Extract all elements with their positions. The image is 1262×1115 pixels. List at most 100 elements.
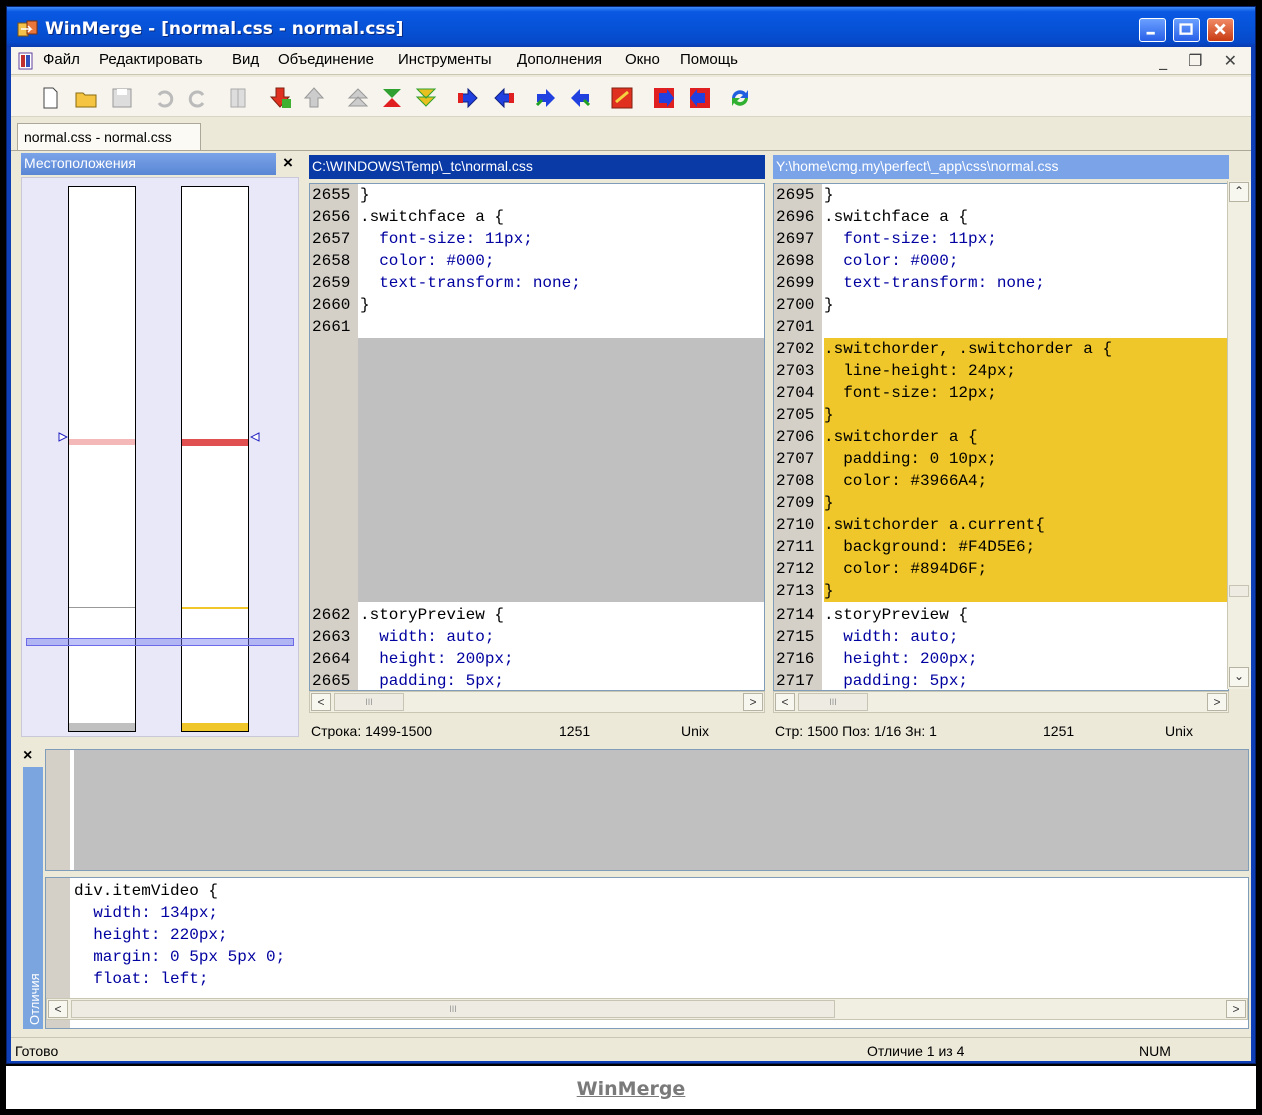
close-button[interactable] <box>1207 18 1234 42</box>
undo-icon[interactable] <box>151 85 177 111</box>
diff-pane-tab[interactable]: Отличия <box>23 767 43 1029</box>
viewport-indicator[interactable] <box>26 638 294 646</box>
diff-line: 2706 .switchorder a { <box>774 426 1228 448</box>
winmerge-app-icon <box>17 20 38 37</box>
redo-icon[interactable] <box>185 85 211 111</box>
location-map[interactable] <box>21 177 299 737</box>
scroll-left-icon[interactable]: < <box>48 1000 68 1018</box>
scroll-thumb[interactable]: III <box>71 1000 835 1018</box>
code-line: width: 134px; <box>74 904 219 922</box>
left-code-view[interactable]: 2655} 2656 .switchface a { 2657 font-size… <box>309 183 765 691</box>
all-right-icon[interactable] <box>609 85 635 111</box>
all-left-icon[interactable] <box>651 85 677 111</box>
code-line: 2660} <box>312 296 370 314</box>
maximize-button[interactable] <box>1173 18 1200 42</box>
menu-tools[interactable]: Инструменты <box>398 51 492 68</box>
tab-divider <box>11 150 1251 151</box>
diff-horizontal-scrollbar[interactable]: < III > <box>46 998 1248 1020</box>
copy-right-icon[interactable] <box>455 85 481 111</box>
vertical-scrollbar[interactable]: ⌃ ⌄ <box>1227 181 1251 689</box>
scroll-thumb[interactable]: III <box>334 693 404 711</box>
location-pane-close-icon[interactable]: × <box>283 153 293 173</box>
right-status-eol: Unix <box>1165 723 1194 739</box>
right-status-count: 1251 <box>1043 723 1075 739</box>
code-line: 2701 <box>776 318 815 336</box>
status-bar: Готово Отличие 1 из 4 NUM <box>11 1037 1251 1061</box>
options-icon[interactable] <box>225 85 251 111</box>
copy-left-advance-icon[interactable] <box>567 85 593 111</box>
diff-pane-close-icon[interactable]: × <box>23 747 32 765</box>
menu-plugins[interactable]: Дополнения <box>517 51 602 68</box>
code-line: 2717 padding: 5px; <box>776 672 969 690</box>
toolbar <box>11 77 1251 117</box>
scroll-down-icon[interactable]: ⌄ <box>1229 667 1249 687</box>
left-file-map <box>68 186 136 732</box>
code-line: 2716 height: 200px; <box>776 650 978 668</box>
code-line: 2656 .switchface a { <box>312 208 505 226</box>
menu-file[interactable]: Файл <box>43 51 80 68</box>
save-icon[interactable] <box>109 85 135 111</box>
menu-help[interactable]: Помощь <box>680 51 738 68</box>
copy-right-advance-icon[interactable] <box>533 85 559 111</box>
right-file-map <box>181 186 249 732</box>
status-ready: Готово <box>15 1043 59 1059</box>
current-diff-icon[interactable] <box>379 85 405 111</box>
diff-top-view[interactable] <box>45 749 1249 871</box>
scroll-left-icon[interactable]: < <box>775 693 795 711</box>
menu-edit[interactable]: Редактировать <box>99 51 203 68</box>
code-line: 2697 font-size: 11px; <box>776 230 997 248</box>
status-diff-counter: Отличие 1 из 4 <box>867 1043 965 1059</box>
left-status: Строка: 1499-1500 1251 Unix <box>309 719 767 745</box>
diff-line: 2707 padding: 0 10px; <box>774 448 1228 470</box>
menu-merge[interactable]: Объединение <box>278 51 374 68</box>
copy-left-icon[interactable] <box>491 85 517 111</box>
title-bar[interactable]: WinMerge - [normal.css - normal.css] <box>7 7 1255 47</box>
code-line: 2662 .storyPreview { <box>312 606 505 624</box>
code-line: 2659 text-transform: none; <box>312 274 581 292</box>
tab-normal-css[interactable]: normal.css - normal.css <box>17 123 201 151</box>
scroll-right-icon[interactable]: > <box>1207 693 1227 711</box>
diff-bottom-view[interactable]: div.itemVideo { width: 134px; height: 22… <box>45 877 1249 1029</box>
scroll-thumb[interactable]: III <box>798 693 868 711</box>
minimize-button[interactable] <box>1139 18 1166 42</box>
open-icon[interactable] <box>73 85 99 111</box>
code-line: 2664 height: 200px; <box>312 650 514 668</box>
new-icon[interactable] <box>37 85 63 111</box>
diff-top-blank <box>74 750 1248 870</box>
right-code-view[interactable]: 2695} 2696 .switchface a { 2697 font-size… <box>773 183 1229 691</box>
compare-icon[interactable] <box>687 85 713 111</box>
menu-view[interactable]: Вид <box>232 51 259 68</box>
first-diff-icon[interactable] <box>345 85 371 111</box>
diff-line: 2712 color: #894D6F; <box>774 558 1228 580</box>
left-file-path: C:\WINDOWS\Temp\_tc\normal.css <box>309 155 765 179</box>
right-file-pane: Y:\home\cmg.my\perfect\_app\css\normal.c… <box>773 153 1251 757</box>
scroll-left-icon[interactable]: < <box>311 693 331 711</box>
diff-top-gutter <box>46 750 70 870</box>
right-horizontal-scrollbar[interactable]: < III > <box>773 691 1229 713</box>
diff-pane-label: Отличия <box>27 973 42 1025</box>
code-line: 2699 text-transform: none; <box>776 274 1045 292</box>
code-line: float: left; <box>74 970 209 988</box>
app-window: WinMerge - [normal.css - normal.css] Фай… <box>6 6 1256 1064</box>
caption-link[interactable]: WinMerge <box>6 1078 1256 1100</box>
diff-line: 2708 color: #3966A4; <box>774 470 1228 492</box>
scroll-up-icon[interactable]: ⌃ <box>1229 182 1249 202</box>
right-status-position: Стр: 1500 Поз: 1/16 Зн: 1 <box>775 723 937 739</box>
document-icon[interactable] <box>17 52 35 70</box>
left-horizontal-scrollbar[interactable]: < III > <box>309 691 765 713</box>
last-diff-icon[interactable] <box>413 85 439 111</box>
scroll-right-icon[interactable]: > <box>1226 1000 1246 1018</box>
client-area: Файл Редактировать Вид Объединение Инстр… <box>11 47 1251 1061</box>
scroll-right-icon[interactable]: > <box>743 693 763 711</box>
code-line: 2696 .switchface a { <box>776 208 969 226</box>
menu-window[interactable]: Окно <box>625 51 660 68</box>
vertical-scroll-thumb[interactable] <box>1229 585 1249 597</box>
code-line: 2658 color: #000; <box>312 252 495 270</box>
left-file-pane: C:\WINDOWS\Temp\_tc\normal.css 2655} 265… <box>309 153 767 757</box>
left-status-eol: Unix <box>681 723 710 739</box>
next-diff-down-icon[interactable] <box>267 85 293 111</box>
code-line: margin: 0 5px 5px 0; <box>74 948 286 966</box>
refresh-icon[interactable] <box>727 85 753 111</box>
prev-diff-up-icon[interactable] <box>301 85 327 111</box>
mdi-window-controls[interactable]: _ ❐ ✕ <box>1159 51 1245 70</box>
